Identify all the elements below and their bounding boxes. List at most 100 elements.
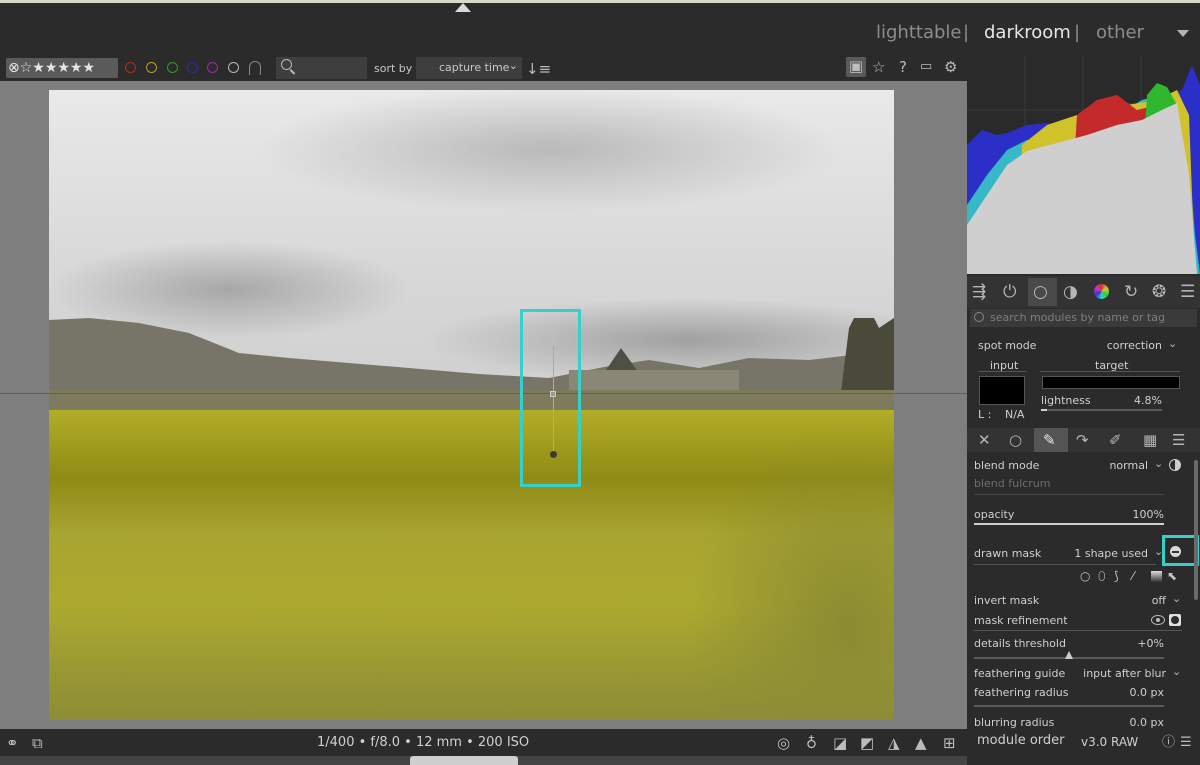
add-path-shape-icon[interactable]: ⟆ [1114,569,1119,583]
view-separator: | [1074,22,1081,43]
feathering-guide-value[interactable]: input after blur [1080,667,1166,680]
target-color-swatch[interactable] [1042,376,1180,389]
color-label-purple-icon[interactable] [207,62,218,73]
help-icon[interactable]: ? [899,58,907,76]
opacity-slider[interactable] [974,523,1164,525]
blend-uniform-icon[interactable]: ○ [1009,431,1022,449]
blend-fulcrum-label: blend fulcrum [974,477,1051,490]
keyboard-icon[interactable]: ▭ [920,58,932,76]
drawn-parametric-mask-icon[interactable]: ✐ [1109,431,1122,449]
blurring-radius-value: 0.0 px [1129,716,1164,729]
add-gradient-shape-icon[interactable] [1151,571,1162,582]
spot-mode-value[interactable]: correction [1070,339,1162,352]
color-label-none-icon[interactable] [228,62,239,73]
invert-mask-value[interactable]: off [1120,594,1166,607]
module-order-label: module order [977,733,1065,748]
add-ellipse-shape-icon[interactable]: ⬯ [1098,569,1106,584]
histogram[interactable] [967,55,1200,274]
gear-icon[interactable]: ⚙ [944,58,957,76]
chevron-down-icon[interactable]: ⌄ [1168,337,1177,350]
shape-target-handle[interactable] [550,451,557,458]
view-lighttable-link[interactable]: lighttable [876,22,961,43]
guides-icon[interactable]: ⊞ [943,734,956,752]
photo-foreground-grass [49,610,894,720]
active-modules-power-icon[interactable]: ⏻ [1003,282,1016,302]
styles-icon[interactable]: ⚭ [6,734,19,752]
sort-by-label: sort by [374,62,413,75]
quick-access-icon[interactable]: ⇶ [972,282,986,302]
collapse-top-panel-arrow-icon[interactable] [455,3,471,12]
display-mask-icon[interactable] [1169,614,1181,626]
feathering-radius-slider[interactable] [974,705,1164,707]
gamut-check-icon[interactable]: ▲ [915,734,927,752]
chevron-down-icon[interactable]: ⌄ [1172,592,1181,605]
l-value: N/A [1005,408,1025,421]
color-label-operator-icon[interactable] [249,61,261,75]
show-mask-shapes-icon[interactable] [1170,546,1181,557]
drawn-mask-value: 1 shape used [1074,547,1148,560]
color-label-yellow-icon[interactable] [146,62,157,73]
details-threshold-marker-icon[interactable] [1065,651,1073,659]
color-label-green-icon[interactable] [167,62,178,73]
opacity-value: 100% [1132,508,1164,521]
views-menu-chevron-icon[interactable] [1177,30,1189,37]
color-group-icon[interactable] [1094,284,1109,299]
softproof-icon[interactable]: ◮ [888,734,900,752]
photo-preview[interactable] [49,90,894,720]
input-color-swatch [979,376,1025,405]
drawn-mask-pen-icon[interactable]: ✎ [1043,431,1056,449]
view-other-link[interactable]: other [1096,22,1144,43]
clipping-indicator-icon[interactable]: ◩ [860,734,874,752]
blend-fulcrum-slider [974,494,1164,495]
color-label-blue-icon[interactable] [187,62,198,73]
module-order-value: v3.0 RAW [1081,735,1139,749]
module-order-reset-icon[interactable]: ⓘ [1162,734,1175,752]
presets-menu-icon[interactable]: ☰ [1180,282,1195,302]
top-panel-line [0,0,1200,3]
module-search-input[interactable]: search modules by name or tag [970,309,1197,327]
mask-refinement-underline [974,630,1182,631]
module-order-menu-icon[interactable]: ☰ [1180,734,1192,752]
eye-icon[interactable] [1151,615,1165,625]
blend-presets-menu-icon[interactable]: ☰ [1172,431,1185,449]
shape-source-handle-icon[interactable] [548,332,558,346]
exif-info: 1/400 • f/8.0 • 12 mm • 200 ISO [317,735,530,750]
blend-mode-value[interactable]: normal [1080,459,1148,472]
edit-shapes-icon[interactable]: ⬉ [1167,569,1177,583]
rating-filter[interactable]: ⊗☆★★★★★ [6,58,118,78]
sort-by-select[interactable]: capture time ⌄ [416,57,522,79]
blurring-radius-label: blurring radius [974,716,1055,729]
star-icon[interactable]: ☆ [872,58,885,76]
add-brush-shape-icon[interactable]: ⁄ [1132,569,1134,583]
search-icon [974,312,984,322]
chevron-down-icon[interactable]: ⌄ [1154,457,1163,470]
effect-group-icon[interactable]: ❂ [1152,282,1166,302]
blend-mode-label: blend mode [974,459,1040,472]
base-group-circle-icon[interactable]: ○ [1033,282,1048,302]
focus-peaking-icon[interactable]: ◎ [777,734,790,752]
shape-midpoint-handle[interactable] [550,391,556,397]
tone-group-icon[interactable]: ◑ [1063,282,1078,302]
details-threshold-value: +0% [1137,637,1164,650]
second-window-icon[interactable]: ⧉ [32,734,43,752]
add-circle-shape-icon[interactable]: ○ [1080,569,1090,583]
invert-mask-label: invert mask [974,594,1040,607]
raw-overexposed-icon[interactable]: ◪ [833,734,847,752]
sort-order-icon[interactable]: ↓≡ [526,60,551,78]
view-darkroom-link[interactable]: darkroom [984,22,1071,43]
blend-off-icon[interactable]: ✕ [978,431,991,449]
correct-group-icon[interactable]: ↻ [1124,282,1138,302]
color-assessment-icon[interactable]: ♁ [806,734,817,752]
chevron-down-icon[interactable]: ⌄ [1172,665,1181,678]
grouping-icon[interactable]: ▣ [846,57,866,77]
color-label-red-icon[interactable] [125,62,136,73]
filmstrip-current-frame[interactable] [410,756,518,765]
reverse-blend-icon[interactable] [1169,459,1181,471]
parametric-mask-icon[interactable]: ↷ [1076,431,1089,449]
right-panel-scrollbar[interactable] [1194,460,1198,600]
lightness-label: lightness [1041,394,1091,407]
drawn-mask-underline [974,564,1156,565]
feathering-radius-value: 0.0 px [1129,686,1164,699]
lightness-slider[interactable] [1041,409,1162,411]
raster-mask-icon[interactable]: ▦ [1143,431,1157,449]
